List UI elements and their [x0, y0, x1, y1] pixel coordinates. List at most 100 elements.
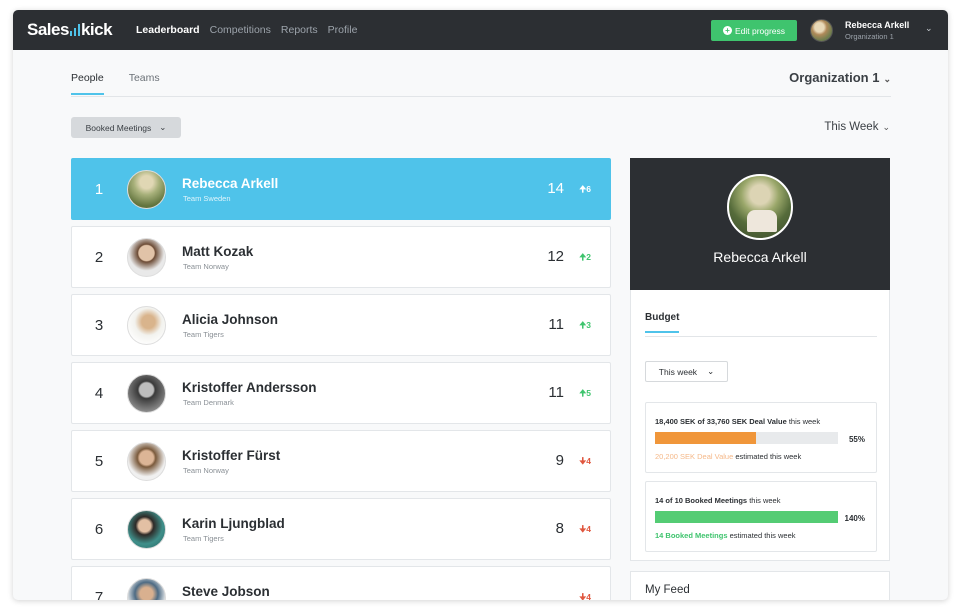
top-navigation-bar: Sales kick Leaderboard Competitions Repor…	[13, 10, 948, 50]
chevron-down-icon: ⌄	[159, 122, 167, 132]
edit-progress-button[interactable]: + Edit progress	[711, 20, 797, 41]
booked-meetings-stat: 14 of 10 Booked Meetings this week 140% …	[645, 481, 877, 552]
team-name: Team Denmark	[183, 398, 234, 407]
booked-meetings-estimate: 14 Booked Meetings estimated this week	[655, 531, 796, 540]
edit-progress-label: Edit progress	[734, 25, 786, 36]
rank: 3	[94, 317, 104, 334]
profile-name: Rebecca Arkell	[713, 249, 807, 265]
app-window: Sales kick Leaderboard Competitions Repor…	[13, 10, 948, 600]
main-nav: Leaderboard Competitions Reports Profile	[136, 24, 357, 36]
logo-bars-icon	[69, 24, 80, 36]
period-select[interactable]: This Week ⌄	[824, 121, 890, 133]
nav-profile[interactable]: Profile	[328, 24, 358, 36]
budget-tabs-divider	[645, 336, 877, 337]
deal-value-percent: 55%	[848, 435, 865, 444]
booked-meetings-progress-bar	[655, 511, 838, 523]
booked-meetings-amount: 14 of 10 Booked Meetings	[655, 496, 748, 505]
rank: 2	[94, 249, 104, 266]
deal-value-stat: 18,400 SEK of 33,760 SEK Deal Value this…	[645, 402, 877, 473]
rank-change: 🠋4	[579, 524, 591, 538]
rank-change: 🠉6	[579, 184, 591, 198]
deal-value-estimate-amount: 20,200 SEK Deal Value	[655, 452, 734, 461]
booked-meetings-title: 14 of 10 Booked Meetings this week	[655, 496, 780, 505]
avatar	[127, 170, 166, 209]
person-name: Matt Kozak	[182, 244, 254, 259]
tab-teams[interactable]: Teams	[129, 72, 160, 95]
tab-people[interactable]: People	[71, 72, 104, 95]
nav-reports[interactable]: Reports	[281, 24, 318, 36]
score: 9	[555, 452, 564, 469]
leaderboard-list: 1 Rebecca Arkell Team Sweden 14 🠉6 2 Mat…	[71, 158, 611, 600]
nav-leaderboard[interactable]: Leaderboard	[136, 24, 200, 36]
rank-change: 🠉3	[579, 320, 591, 334]
my-feed-panel: My Feed	[630, 571, 890, 600]
rank-change-value: 5	[586, 388, 591, 398]
leaderboard-row[interactable]: 2 Matt Kozak Team Norway 12 🠉2	[71, 226, 611, 288]
leaderboard-row[interactable]: 7 Steve Jobson 🠋4	[71, 566, 611, 600]
plus-circle-icon: +	[722, 26, 732, 35]
person-name: Kristoffer Andersson	[182, 380, 317, 395]
organization-select[interactable]: Organization 1 ⌄	[789, 70, 891, 85]
avatar	[127, 510, 166, 549]
deal-value-suffix: this week	[788, 417, 821, 426]
rank-change-value: 4	[586, 592, 591, 600]
deal-value-progress-fill	[655, 432, 756, 444]
logo-text-right: kick	[80, 20, 113, 39]
leaderboard-row[interactable]: 6 Karin Ljungblad Team Tigers 8 🠋4	[71, 498, 611, 560]
user-name: Rebecca Arkell	[845, 20, 910, 30]
team-name: Team Norway	[183, 262, 229, 271]
avatar	[127, 238, 166, 277]
budget-panel: Budget This week ⌄ 18,400 SEK of 33,760 …	[630, 290, 890, 561]
team-name: Team Norway	[183, 466, 229, 475]
user-avatar[interactable]	[810, 19, 833, 42]
my-feed-title: My Feed	[645, 584, 690, 596]
deal-value-title: 18,400 SEK of 33,760 SEK Deal Value this…	[655, 417, 820, 426]
booked-meetings-percent: 140%	[844, 514, 865, 523]
avatar	[127, 306, 166, 345]
nav-competitions[interactable]: Competitions	[210, 24, 271, 36]
booked-meetings-suffix: this week	[749, 496, 781, 505]
chevron-down-icon: ⌄	[707, 366, 715, 376]
score: 8	[555, 520, 564, 537]
saleskick-logo[interactable]: Sales kick	[27, 20, 113, 40]
person-name: Rebecca Arkell	[182, 176, 279, 191]
deal-value-estimate-suffix: estimated this week	[735, 452, 802, 461]
metric-dropdown[interactable]: Booked Meetings ⌄	[71, 117, 181, 138]
deal-value-amount: 18,400 SEK of 33,760 SEK Deal Value	[655, 417, 787, 426]
leaderboard-row[interactable]: 3 Alicia Johnson Team Tigers 11 🠉3	[71, 294, 611, 356]
deal-value-progress-bar	[655, 432, 838, 444]
avatar	[127, 442, 166, 481]
user-organization: Organization 1	[845, 32, 894, 41]
rank-change: 🠉2	[579, 252, 591, 266]
person-name: Karin Ljungblad	[182, 516, 285, 531]
rank-change-value: 4	[586, 524, 591, 534]
person-name: Kristoffer Fürst	[182, 448, 281, 463]
leaderboard-row[interactable]: 4 Kristoffer Andersson Team Denmark 11 🠉…	[71, 362, 611, 424]
booked-meetings-estimate-suffix: estimated this week	[729, 531, 796, 540]
chevron-down-icon: ⌄	[882, 122, 890, 132]
rank-change: 🠋4	[579, 456, 591, 470]
period-select-label: This Week	[824, 121, 879, 133]
profile-avatar	[727, 174, 793, 240]
rank: 7	[94, 589, 104, 600]
chevron-down-icon[interactable]: ⌄	[925, 23, 933, 34]
profile-card: Rebecca Arkell	[630, 158, 890, 290]
rank: 4	[94, 385, 104, 402]
score: 12	[547, 248, 564, 265]
leaderboard-row[interactable]: 5 Kristoffer Fürst Team Norway 9 🠋4	[71, 430, 611, 492]
tab-budget[interactable]: Budget	[645, 312, 680, 333]
team-name: Team Tigers	[183, 534, 224, 543]
score: 11	[548, 384, 564, 401]
booked-meetings-estimate-amount: 14 Booked Meetings	[655, 531, 728, 540]
rank: 5	[94, 453, 104, 470]
budget-period-dropdown[interactable]: This week ⌄	[645, 361, 728, 382]
rank-change-value: 2	[586, 252, 591, 262]
leaderboard-row[interactable]: 1 Rebecca Arkell Team Sweden 14 🠉6	[71, 158, 611, 220]
person-name: Steve Jobson	[182, 584, 270, 599]
rank-change-value: 6	[586, 184, 591, 194]
avatar	[127, 374, 166, 413]
rank: 6	[94, 521, 104, 538]
view-tabs: People Teams	[71, 72, 160, 95]
logo-text-left: Sales	[27, 20, 69, 39]
score: 11	[548, 316, 564, 333]
